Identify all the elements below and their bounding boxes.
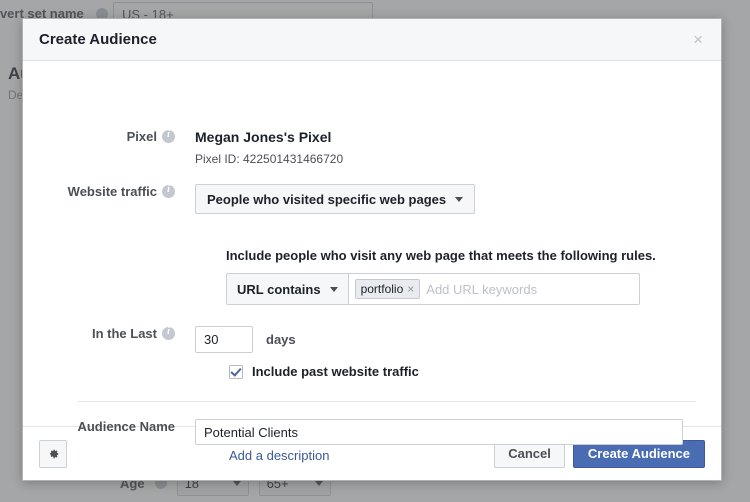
audience-name-row: Audience Name [23, 419, 683, 445]
dialog-title: Create Audience [39, 31, 157, 48]
pixel-values: Megan Jones's Pixel Pixel ID: 4225014314… [183, 129, 343, 166]
pixel-label-group: Pixel [23, 129, 183, 144]
retention-days-unit: days [266, 332, 296, 347]
retention-label: In the Last [91, 326, 157, 341]
url-condition-select[interactable]: URL contains [227, 274, 349, 304]
section-divider [78, 401, 696, 402]
chevron-down-icon [329, 286, 338, 292]
audience-name-label-group: Audience Name [23, 419, 183, 434]
url-keyword-token-label: portfolio [360, 282, 404, 296]
add-description-link[interactable]: Add a description [229, 448, 329, 463]
rules-block: Include people who visit any web page th… [226, 248, 656, 305]
website-traffic-selected-value: People who visited specific web pages [207, 191, 447, 207]
website-traffic-row: Website traffic People who visited speci… [23, 184, 476, 214]
dialog-header: Create Audience × [23, 19, 721, 61]
include-past-traffic-checkbox[interactable] [229, 364, 243, 379]
url-rule-row: URL contains portfolio × Add URL keyword… [226, 273, 640, 305]
dialog-body: Pixel Megan Jones's Pixel Pixel ID: 4225… [23, 61, 721, 463]
close-icon[interactable]: × [689, 29, 707, 50]
info-icon[interactable] [162, 129, 175, 143]
gear-icon [49, 449, 59, 458]
pixel-label: Pixel [126, 129, 157, 144]
retention-label-group: In the Last [23, 326, 183, 341]
website-traffic-label: Website traffic [67, 184, 157, 199]
retention-row: In the Last days [23, 326, 296, 353]
url-keywords-placeholder[interactable]: Add URL keywords [426, 282, 633, 297]
create-audience-dialog: Create Audience × Pixel Megan Jones's Pi… [22, 18, 722, 481]
include-past-traffic-checkbox-row[interactable]: Include past website traffic [229, 364, 419, 379]
audience-name-input[interactable] [195, 419, 683, 445]
info-icon[interactable] [162, 184, 175, 198]
audience-name-label: Audience Name [77, 419, 175, 434]
page-root: dvert set name US - 18+ Au De Age 18 65+… [0, 0, 750, 502]
url-keyword-token: portfolio × [354, 279, 421, 299]
retention-days-input[interactable] [195, 326, 253, 353]
url-keywords-input-area[interactable]: portfolio × Add URL keywords [349, 274, 639, 304]
info-icon[interactable] [162, 326, 175, 340]
website-traffic-select[interactable]: People who visited specific web pages [195, 184, 476, 214]
rules-description: Include people who visit any web page th… [226, 248, 656, 263]
website-traffic-label-group: Website traffic [23, 184, 183, 199]
remove-token-icon[interactable]: × [407, 283, 414, 295]
pixel-id: Pixel ID: 422501431466720 [195, 152, 344, 166]
pixel-name: Megan Jones's Pixel [195, 129, 332, 145]
url-condition-value: URL contains [237, 281, 321, 297]
pixel-row: Pixel Megan Jones's Pixel Pixel ID: 4225… [23, 129, 343, 166]
include-past-traffic-label: Include past website traffic [252, 364, 419, 379]
chevron-down-icon [455, 196, 464, 202]
